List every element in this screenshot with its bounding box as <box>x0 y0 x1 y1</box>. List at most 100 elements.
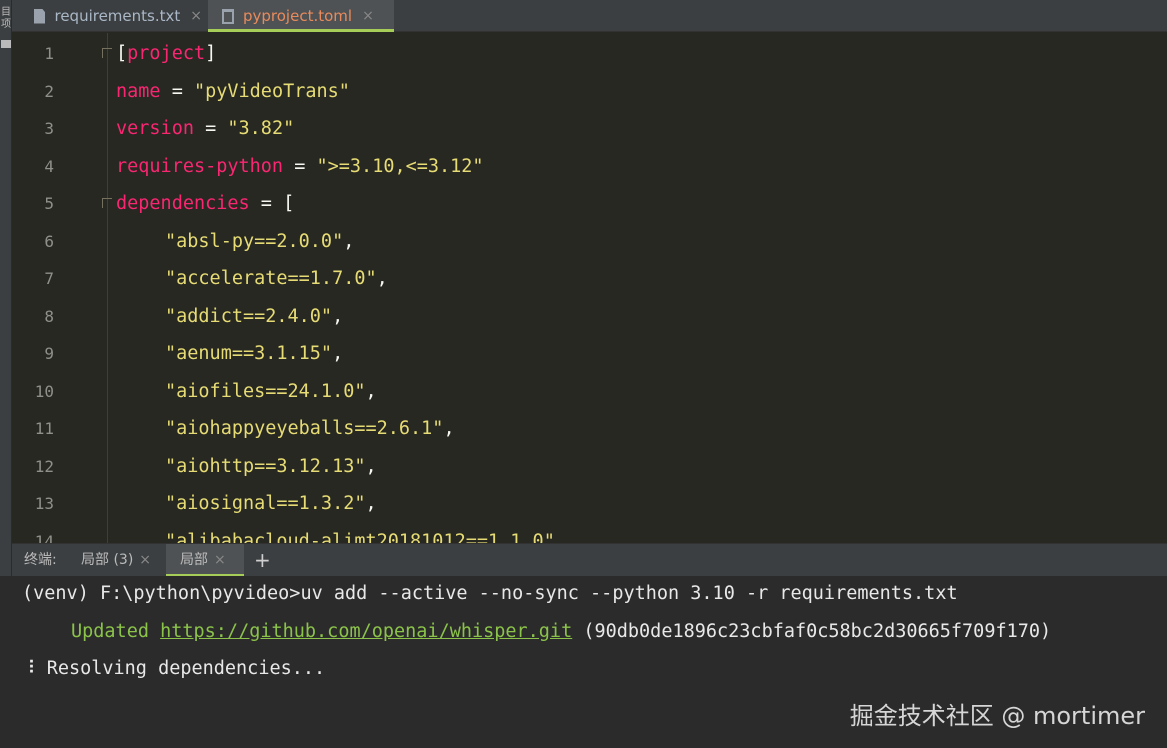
code-content: version = "3.82" <box>116 110 294 147</box>
line-number: 3 <box>44 119 54 138</box>
string-token: "addict==2.4.0" <box>165 305 333 327</box>
code-content: "absl-py==2.0.0", <box>165 223 354 260</box>
terminal-tab-local[interactable]: 局部 × <box>166 544 244 577</box>
punctuation-token: , <box>376 268 388 289</box>
line-number: 5 <box>44 194 54 213</box>
resolving-status: Resolving dependencies... <box>46 658 326 679</box>
close-icon[interactable]: × <box>362 8 374 24</box>
code-content: "addict==2.4.0", <box>165 298 343 335</box>
punctuation-token: , <box>365 455 377 477</box>
punctuation-token: , <box>365 493 377 514</box>
key-token: version <box>116 118 194 139</box>
updated-hash: (90db0de1896c23cbfaf0c58bc2d30665f709f17… <box>583 621 1052 642</box>
code-line: 11 "aiohappyeyeballs==2.6.1", <box>12 410 1167 447</box>
string-token: "accelerate==1.7.0" <box>165 268 377 289</box>
punctuation-token: , <box>365 380 377 402</box>
toml-file-icon <box>222 8 234 24</box>
code-line: 14 "alibabacloud-alimt20181012==1.1.0", <box>12 523 1167 544</box>
punctuation-token: , <box>332 343 344 364</box>
code-line: 1 [project] <box>12 35 1167 72</box>
terminal-tab-local-3[interactable]: 局部 (3) × <box>67 544 165 577</box>
string-token: ">=3.10,<=3.12" <box>316 155 484 177</box>
updated-url-link[interactable]: https://github.com/openai/whisper.git <box>160 621 572 642</box>
close-icon[interactable]: × <box>190 8 202 24</box>
tab-requirements-txt[interactable]: requirements.txt × <box>20 0 212 32</box>
terminal-status-line: ⠸ Resolving dependencies... <box>22 658 325 679</box>
line-number: 6 <box>44 231 54 251</box>
tab-pyproject-toml[interactable]: pyproject.toml × <box>208 0 394 32</box>
string-token: "absl-py==2.0.0" <box>165 230 344 252</box>
line-number: 9 <box>44 344 54 363</box>
string-token: "alibabacloud-alimt20181012==1.1.0" <box>165 530 555 544</box>
code-line: 2 name = "pyVideoTrans" <box>12 73 1167 110</box>
string-token: "aenum==3.1.15" <box>165 343 333 364</box>
code-content: "aiofiles==24.1.0", <box>165 373 377 410</box>
line-number: 12 <box>34 456 54 476</box>
terminal-tab-label: 局部 <box>180 552 208 568</box>
line-number: 2 <box>44 81 54 101</box>
code-content: requires-python = ">=3.10,<=3.12" <box>116 148 484 185</box>
string-token: "aiohappyeyeballs==2.6.1" <box>165 418 444 439</box>
line-number: 1 <box>44 44 54 63</box>
terminal-prompt: (venv) F:\python\pyvideo> <box>22 583 301 604</box>
code-editor[interactable]: 1 [project] 2 name = "pyVideoTrans" 3 version… <box>12 33 1167 543</box>
code-line: 5 dependencies = [ <box>12 185 1167 222</box>
code-content: "aiosignal==1.3.2", <box>165 485 377 522</box>
punctuation-token: = [ <box>249 193 295 214</box>
key-token: dependencies <box>116 193 250 214</box>
terminal-label: 终端: <box>24 552 57 568</box>
line-number: 13 <box>34 494 54 513</box>
code-content: "aiohappyeyeballs==2.6.1", <box>165 410 455 447</box>
key-token: project <box>127 43 206 64</box>
punctuation-token: [ <box>116 43 128 64</box>
folder-icon <box>1 40 11 48</box>
code-content: [project] <box>116 35 216 72</box>
key-token: name <box>116 80 161 102</box>
fold-marker-icon[interactable] <box>102 48 112 58</box>
fold-marker-icon[interactable] <box>102 198 112 208</box>
project-strip-glyph-2: 项 <box>1 19 11 30</box>
punctuation-token: ] <box>205 43 217 64</box>
terminal-command-line: (venv) F:\python\pyvideo>uv add --active… <box>22 583 958 604</box>
punctuation-token: = <box>283 155 317 177</box>
line-number: 7 <box>44 269 54 288</box>
spinner-icon: ⠸ <box>22 658 36 679</box>
string-token: "aiohttp==3.12.13" <box>165 455 366 477</box>
code-content: "accelerate==1.7.0", <box>165 260 388 297</box>
updated-label: Updated <box>71 621 149 642</box>
code-line: 8 "addict==2.4.0", <box>12 298 1167 335</box>
line-number: 11 <box>34 419 54 438</box>
code-line: 10 "aiofiles==24.1.0", <box>12 373 1167 410</box>
tab-label: requirements.txt <box>54 7 181 25</box>
line-number: 14 <box>34 531 54 544</box>
code-content: dependencies = [ <box>116 185 294 222</box>
project-strip-glyph-1: 目 <box>1 7 11 18</box>
line-number: 4 <box>44 156 54 176</box>
punctuation-token: , <box>554 530 566 544</box>
punctuation-token: = <box>193 118 228 139</box>
terminal-tab-label: 局部 (3) <box>81 552 134 568</box>
terminal-command: uv add --active --no-sync --python 3.10 … <box>300 583 958 604</box>
string-token: "3.82" <box>227 118 295 139</box>
code-content: name = "pyVideoTrans" <box>116 73 350 110</box>
tab-label: pyproject.toml <box>243 7 353 25</box>
punctuation-token: , <box>332 305 344 327</box>
terminal-updated-line: Updated https://github.com/openai/whispe… <box>71 621 1051 642</box>
close-icon[interactable]: × <box>214 552 226 568</box>
editor-tab-bar: requirements.txt × pyproject.toml × <box>12 0 1167 32</box>
terminal-tab-bar: 终端: 局部 (3) × 局部 × + <box>12 543 1167 577</box>
code-line: 13 "aiosignal==1.3.2", <box>12 485 1167 522</box>
line-number: 8 <box>44 306 54 326</box>
string-token: "aiofiles==24.1.0" <box>165 380 366 402</box>
close-icon[interactable]: × <box>139 552 151 568</box>
code-line: 3 version = "3.82" <box>12 110 1167 147</box>
code-line: 6 "absl-py==2.0.0", <box>12 223 1167 260</box>
code-line: 12 "aiohttp==3.12.13", <box>12 448 1167 485</box>
key-token: requires-python <box>116 155 284 177</box>
new-terminal-plus-icon[interactable]: + <box>254 544 271 577</box>
string-token: "pyVideoTrans" <box>193 80 350 102</box>
punctuation-token: , <box>443 418 455 439</box>
string-token: "aiosignal==1.3.2" <box>165 493 366 514</box>
punctuation-token: = <box>160 80 194 102</box>
code-line: 4 requires-python = ">=3.10,<=3.12" <box>12 148 1167 185</box>
